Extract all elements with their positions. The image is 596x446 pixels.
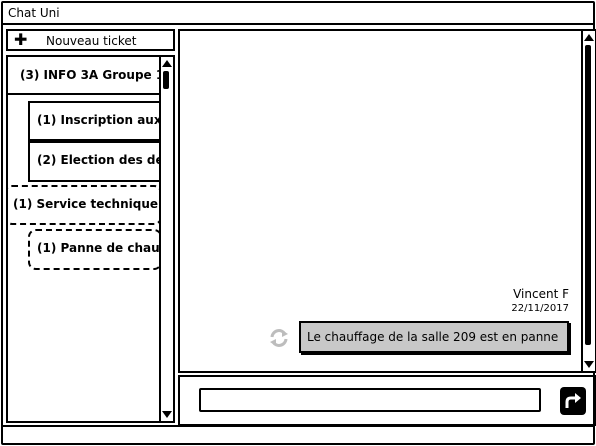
message-sender: Vincent F: [513, 287, 569, 301]
tree-item-label: (2) Election des délégués: [37, 153, 162, 167]
tree-item-panne-chauffage[interactable]: (1) Panne de chauffage: [28, 229, 162, 270]
message-date: 22/11/2017: [511, 303, 569, 314]
scroll-up-icon[interactable]: [584, 34, 594, 41]
status-bar: [3, 425, 593, 443]
send-icon: [565, 393, 581, 408]
scroll-up-icon[interactable]: [162, 60, 172, 67]
scroll-down-icon[interactable]: [584, 361, 594, 368]
tree-item-label: (3) INFO 3A Groupe 1: [20, 68, 164, 82]
composer: [178, 375, 596, 426]
thread-scrollbar[interactable]: [581, 31, 595, 371]
sidebar-scrollbar[interactable]: [159, 57, 173, 421]
ticket-tree: (3) INFO 3A Groupe 1 (1) Inscription aux…: [6, 55, 175, 423]
plus-icon: ✚: [14, 30, 28, 49]
refresh-icon[interactable]: [268, 327, 290, 349]
message-input[interactable]: [199, 388, 541, 412]
chat-window: Chat Uni ✚ Nouveau ticket (3) INFO 3A Gr…: [1, 1, 596, 445]
tree-item-label: (1) Inscription aux cours: [37, 113, 162, 127]
title-bar: Chat Uni: [3, 3, 593, 25]
window-title: Chat Uni: [8, 6, 60, 20]
tree-item-election[interactable]: (2) Election des délégués: [28, 141, 162, 182]
tree-item-group[interactable]: (3) INFO 3A Groupe 1: [8, 57, 164, 95]
tree-item-label: (1) Panne de chauffage: [37, 241, 160, 255]
tree-item-inscription[interactable]: (1) Inscription aux cours: [28, 101, 162, 141]
send-button[interactable]: [560, 387, 586, 415]
tree-item-label: (1) Service technique: [13, 197, 159, 211]
message-thread: Vincent F 22/11/2017 Le chauffage de la …: [178, 29, 596, 373]
new-ticket-button[interactable]: ✚ Nouveau ticket: [6, 29, 175, 51]
scroll-thumb[interactable]: [163, 71, 169, 89]
new-ticket-label: Nouveau ticket: [46, 34, 137, 48]
tree-item-service-technique[interactable]: (1) Service technique: [8, 185, 162, 225]
scroll-thumb[interactable]: [585, 45, 591, 345]
message-bubble: Le chauffage de la salle 209 est en pann…: [299, 321, 569, 353]
scroll-down-icon[interactable]: [162, 411, 172, 418]
